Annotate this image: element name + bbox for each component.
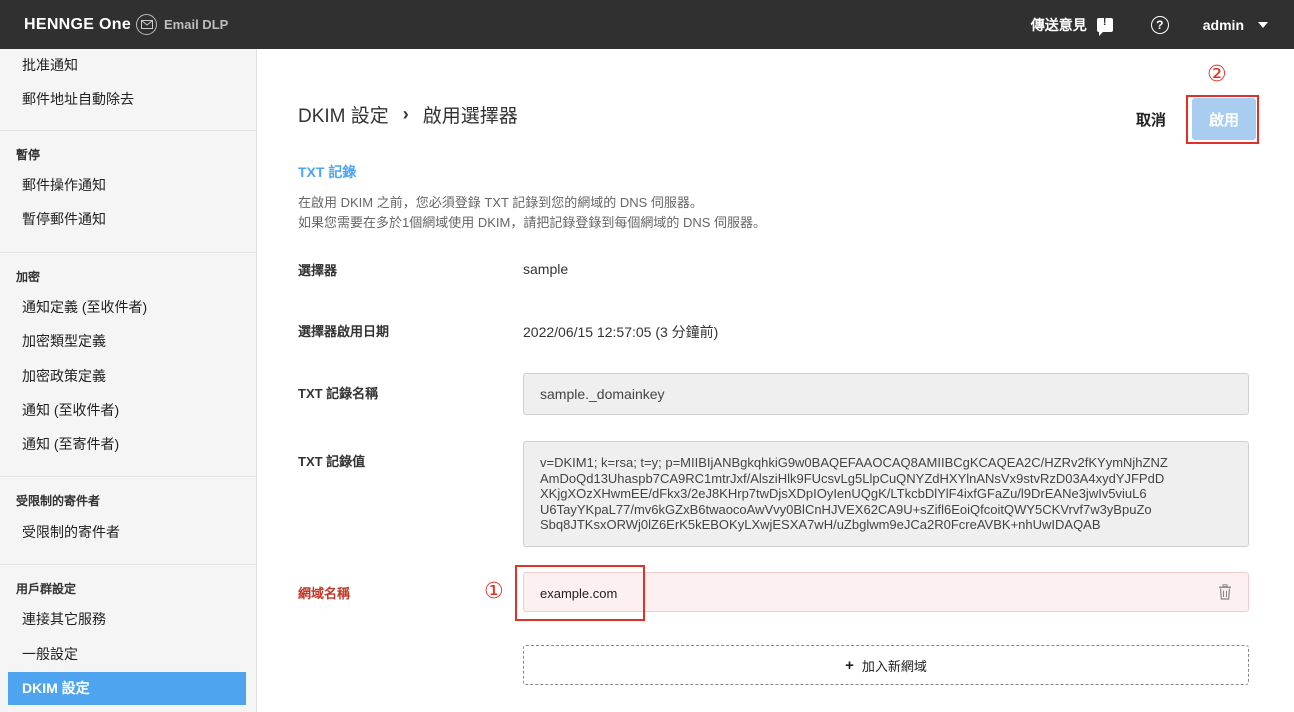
selector-date-value: 2022/06/15 12:57:05 (3 分鐘前) — [523, 324, 719, 340]
sidebar-item-notice-def-recipient[interactable]: 通知定義 (至收件者) — [8, 291, 246, 324]
sidebar-item-approval-notice[interactable]: 批准通知 — [8, 49, 246, 82]
sidebar-header-tenant-settings: 用戶群設定 — [16, 582, 77, 596]
sidebar-item-connect-services[interactable]: 連接其它服務 — [8, 603, 246, 636]
sidebar-divider — [0, 130, 256, 131]
sidebar-divider — [0, 252, 256, 253]
breadcrumb-parent[interactable]: DKIM 設定 — [298, 101, 389, 128]
section-title-txt: TXT 記錄 — [298, 164, 357, 180]
sidebar-item-address-auto-remove[interactable]: 郵件地址自動除去 — [8, 83, 246, 116]
help-icon[interactable]: ? — [1150, 15, 1169, 34]
sidebar-divider — [0, 564, 256, 565]
sidebar-item-notice-recipient[interactable]: 通知 (至收件者) — [8, 394, 246, 427]
sidebar-divider — [0, 476, 256, 477]
sidebar-header-restricted-senders: 受限制的寄件者 — [16, 494, 101, 508]
page-title: 啟用選擇器 — [422, 106, 518, 127]
highlight-frame — [515, 565, 645, 621]
sidebar-item-notice-sender[interactable]: 通知 (至寄件者) — [8, 428, 246, 461]
main-content: DKIM 設定 › 啟用選擇器 取消 ② 啟用 TXT 記錄 在啟用 DKIM … — [258, 49, 1294, 712]
sidebar-item-general-settings[interactable]: 一般設定 — [8, 638, 246, 671]
product-name: Email DLP — [164, 17, 229, 32]
description-line: 如果您需要在多於1個網域使用 DKIM，請把記錄登錄到每個網域的 DNS 伺服器… — [298, 215, 767, 230]
sidebar-header-encryption: 加密 — [16, 270, 41, 284]
breadcrumb: DKIM 設定 › 啟用選擇器 — [298, 101, 518, 128]
txt-value-line: U6TayYKpaL77/mv6kGZxB6twaocoAwVvy0BlCnHJ… — [540, 501, 1152, 517]
selector-label: 選擇器 — [298, 263, 338, 278]
txt-value-line: v=DKIM1; k=rsa; t=y; p=MIIBIjANBgkqhkiG9… — [540, 455, 1168, 470]
txt-value-field[interactable]: v=DKIM1; k=rsa; t=y; p=MIIBIjANBgkqhkiG9… — [523, 441, 1249, 547]
selector-date-label: 選擇器啟用日期 — [298, 324, 390, 339]
plus-icon: + — [845, 656, 854, 674]
feedback-icon — [1096, 16, 1113, 36]
txt-value-line: XKjgXOzXHwmEE/dFkx3/2eJ8KHrp7twDjsXDpIOy… — [540, 486, 1147, 501]
sidebar-item-mail-action-notice[interactable]: 郵件操作通知 — [8, 169, 246, 202]
txt-value-label: TXT 記錄值 — [298, 454, 366, 469]
annotation-marker-2: ② — [1207, 61, 1227, 86]
feedback-button[interactable]: 傳送意見 — [1030, 15, 1113, 36]
add-domain-label: 加入新網域 — [861, 658, 927, 674]
txt-name-label: TXT 記錄名稱 — [298, 386, 379, 401]
domain-label: 網域名稱 — [298, 586, 351, 601]
txt-name-field[interactable]: sample._domainkey — [523, 373, 1249, 415]
sidebar-item-dkim-settings[interactable]: DKIM 設定 — [8, 672, 246, 705]
mail-icon — [136, 14, 158, 35]
logo-text: HENNGE One — [24, 15, 132, 33]
sidebar-item-restricted-senders[interactable]: 受限制的寄件者 — [8, 516, 246, 549]
sidebar-item-pause-mail-notice[interactable]: 暫停郵件通知 — [8, 203, 246, 236]
sidebar-item-encryption-type-def[interactable]: 加密類型定義 — [8, 325, 246, 358]
txt-value-line: AmDoQd13Uhaspb7CA9RC1mtrJxf/AlsziHlk9FUc… — [540, 470, 1165, 486]
description-line: 在啟用 DKIM 之前，您必須登錄 TXT 記錄到您的網域的 DNS 伺服器。 — [298, 195, 703, 210]
logo[interactable]: HENNGE One Email DLP — [24, 14, 228, 35]
trash-icon[interactable] — [1218, 584, 1232, 600]
cancel-button[interactable]: 取消 — [1136, 109, 1166, 130]
chevron-down-icon — [1258, 21, 1268, 28]
feedback-label: 傳送意見 — [1030, 16, 1087, 33]
txt-value-line: Sbq8JTKsxORWj0lZ6ErK5kEBOKyLXwjESXA7wH/u… — [540, 517, 1101, 532]
user-menu[interactable]: admin — [1203, 17, 1268, 33]
user-name: admin — [1202, 16, 1244, 33]
annotation-marker-1: ① — [484, 578, 504, 603]
chevron-right-icon: › — [402, 104, 409, 124]
enable-button[interactable]: 啟用 — [1192, 98, 1256, 140]
top-bar: HENNGE One Email DLP 傳送意見 ? admin — [0, 0, 1294, 49]
selector-value: sample — [523, 261, 569, 277]
sidebar-header-pause: 暫停 — [16, 148, 41, 162]
sidebar: 批准通知 郵件地址自動除去 暫停 郵件操作通知 暫停郵件通知 加密 通知定義 (… — [0, 49, 257, 712]
add-domain-button[interactable]: + 加入新網域 — [523, 645, 1249, 685]
sidebar-item-encryption-policy-def[interactable]: 加密政策定義 — [8, 360, 246, 393]
